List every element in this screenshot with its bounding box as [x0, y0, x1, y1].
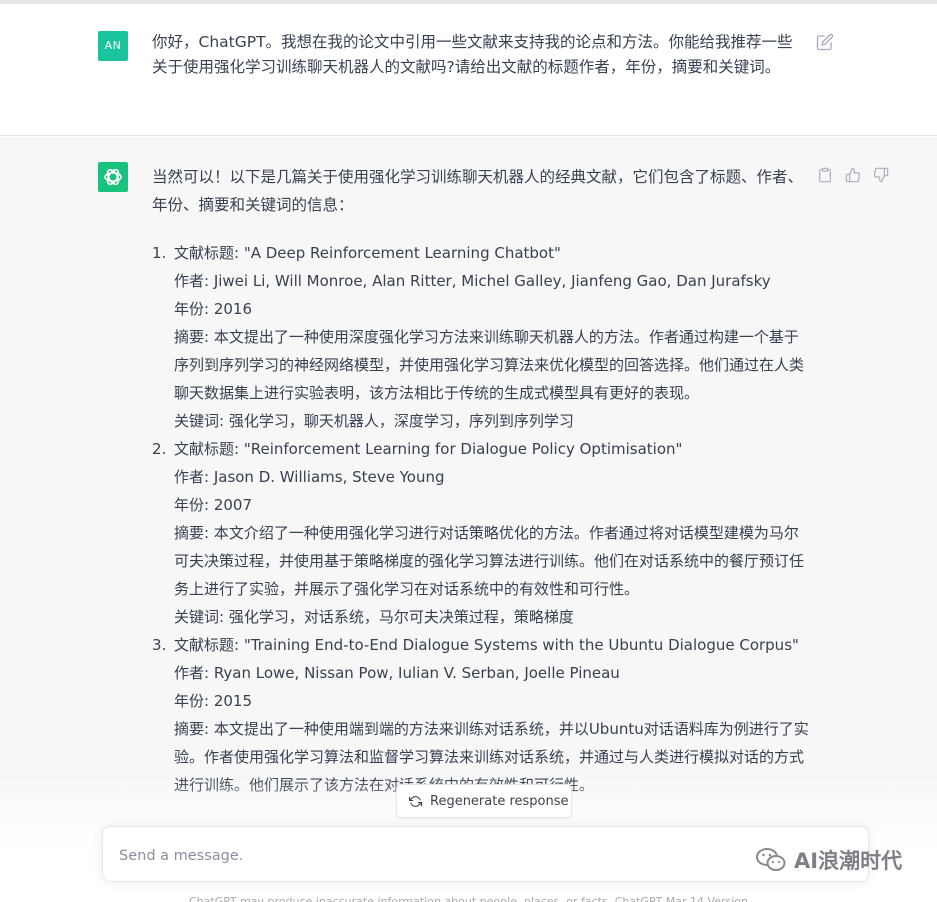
message-input[interactable] — [119, 845, 819, 867]
thumbs-up-icon[interactable] — [845, 167, 861, 183]
watermark: AI浪潮时代 — [754, 845, 902, 875]
reference-title: 文献标题: "Reinforcement Learning for Dialog… — [174, 440, 683, 458]
user-message-row: AN 你好，ChatGPT。我想在我的论文中引用一些文献来支持我的论点和方法。你… — [0, 4, 937, 136]
user-avatar: AN — [98, 31, 128, 61]
chatgpt-logo-icon — [98, 162, 128, 192]
reference-year: 年份: 2016 — [174, 300, 252, 318]
user-message-text: 你好，ChatGPT。我想在我的论文中引用一些文献来支持我的论点和方法。你能给我… — [152, 33, 793, 76]
reference-number: 3. — [152, 636, 167, 654]
assistant-intro-text: 当然可以！以下是几篇关于使用强化学习训练聊天机器人的经典文献，它们包含了标题、作… — [152, 168, 804, 214]
reference-year: 年份: 2015 — [174, 692, 252, 710]
reference-keywords: 关键词: 强化学习，聊天机器人，深度学习，序列到序列学习 — [174, 412, 574, 430]
reference-abstract: 摘要: 本文介绍了一种使用强化学习进行对话策略优化的方法。作者通过将对话模型建模… — [174, 524, 805, 598]
reference-authors: 作者: Ryan Lowe, Nissan Pow, Iulian V. Ser… — [174, 664, 620, 682]
reference-title: 文献标题: "Training End-to-End Dialogue Syst… — [174, 636, 799, 654]
reference-list: 1. 文献标题: "A Deep Reinforcement Learning … — [152, 239, 812, 799]
thumbs-down-icon[interactable] — [873, 167, 889, 183]
reference-authors: 作者: Jason D. Williams, Steve Young — [174, 468, 445, 486]
reference-number: 2. — [152, 440, 167, 458]
reference-item: 2. 文献标题: "Reinforcement Learning for Dia… — [152, 435, 812, 631]
reference-keywords: 关键词: 强化学习，对话系统，马尔可夫决策过程，策略梯度 — [174, 608, 574, 626]
reference-year: 年份: 2007 — [174, 496, 252, 514]
reference-number: 1. — [152, 244, 167, 262]
copy-icon[interactable] — [817, 167, 833, 183]
regenerate-label: Regenerate response — [430, 793, 569, 809]
edit-icon[interactable] — [816, 33, 834, 51]
footer-disclaimer: ChatGPT may produce inaccurate informati… — [0, 896, 937, 902]
reference-item: 1. 文献标题: "A Deep Reinforcement Learning … — [152, 239, 812, 435]
refresh-icon — [409, 795, 422, 807]
watermark-text: AI浪潮时代 — [794, 849, 903, 873]
regenerate-response-button[interactable]: Regenerate response — [396, 784, 572, 818]
reference-authors: 作者: Jiwei Li, Will Monroe, Alan Ritter, … — [174, 272, 771, 290]
wechat-icon — [756, 848, 786, 871]
reference-title: 文献标题: "A Deep Reinforcement Learning Cha… — [174, 244, 561, 262]
reference-item: 3. 文献标题: "Training End-to-End Dialogue S… — [152, 631, 812, 799]
reference-abstract: 摘要: 本文提出了一种使用深度强化学习方法来训练聊天机器人的方法。作者通过构建一… — [174, 328, 805, 402]
